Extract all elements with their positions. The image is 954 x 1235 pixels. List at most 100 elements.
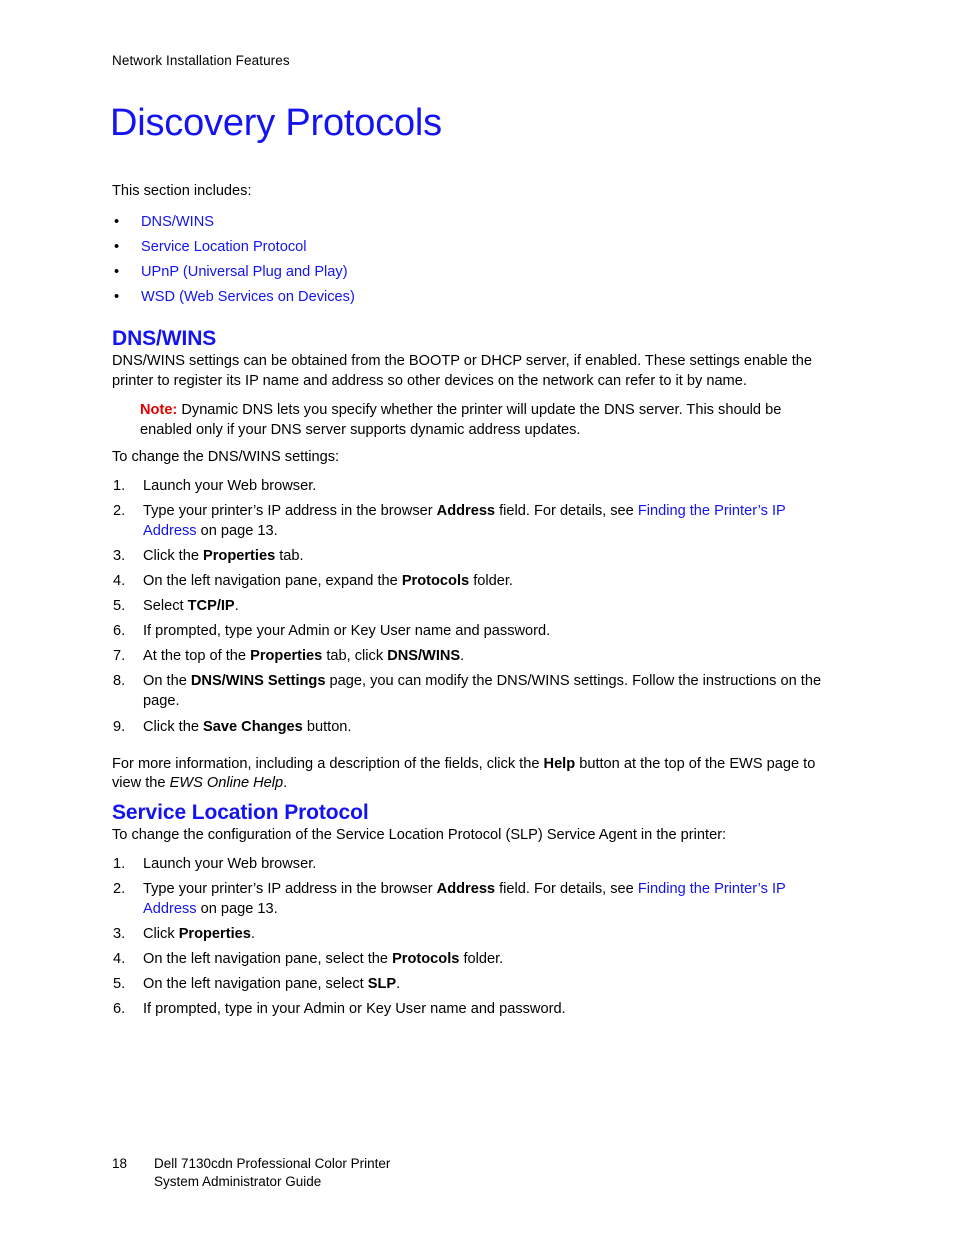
step-number: 7.	[113, 648, 126, 665]
text-run: .	[234, 598, 239, 615]
document-page: Network Installation Features Discovery …	[0, 0, 954, 1235]
text-run: folder.	[469, 573, 513, 590]
dns-wins-steps: 1. Launch your Web browser. 2. Type your pr…	[112, 476, 836, 737]
text-run: .	[283, 775, 288, 792]
section-link[interactable]: WSD (Web Services on Devices)	[141, 289, 355, 305]
procedure-step: 3. Click Properties.	[112, 924, 836, 944]
bold-term: DNS/WINS	[387, 648, 461, 665]
step-number: 3.	[113, 926, 126, 943]
page-title: Discovery Protocols	[110, 102, 442, 144]
procedure-step: 4. On the left navigation pane, select th…	[112, 949, 836, 969]
step-text: Click Properties.	[143, 926, 255, 942]
procedure-step: 1. Launch your Web browser.	[112, 854, 836, 874]
procedure-step: 5. On the left navigation pane, select SL…	[112, 974, 836, 994]
bold-term: Protocols	[392, 951, 460, 968]
note-block: Note: Dynamic DNS lets you specify wheth…	[140, 401, 836, 441]
step-number: 2.	[113, 502, 126, 519]
step-text: Launch your Web browser.	[143, 478, 316, 494]
procedure-step: 1. Launch your Web browser.	[112, 476, 836, 496]
step-number: 6.	[113, 623, 126, 640]
step-text: If prompted, type your Admin or Key User…	[143, 623, 550, 639]
text-run: .	[396, 976, 401, 993]
step-number: 2.	[113, 881, 126, 898]
bold-term: Save Changes	[203, 718, 303, 735]
bullet-icon: •	[114, 288, 120, 305]
step-text: On the left navigation pane, expand the …	[143, 573, 513, 589]
procedure-step: 2. Type your printer’s IP address in the …	[112, 501, 836, 541]
text-run: If prompted, type your Admin or Key User…	[143, 623, 551, 640]
procedure-step: 9. Click the Save Changes button.	[112, 717, 836, 737]
slp-steps: 1. Launch your Web browser. 2. Type your pr…	[112, 854, 836, 1019]
bold-term: DNS/WINS Settings	[190, 673, 326, 690]
step-text: Type your printer’s IP address in the br…	[143, 881, 785, 917]
text-run: Type your printer’s IP address in the br…	[143, 502, 437, 519]
text-run: Launch your Web browser.	[143, 477, 317, 494]
bold-term: Protocols	[401, 573, 470, 590]
text-run: Select	[143, 598, 188, 615]
section-link[interactable]: Service Location Protocol	[141, 239, 306, 255]
italic-term: EWS Online Help	[169, 775, 284, 792]
text-run: tab, click	[322, 648, 388, 665]
list-item[interactable]: • UPnP (Universal Plug and Play)	[112, 260, 836, 285]
section-includes-list: • DNS/WINS • Service Location Protocol • UPnP…	[112, 210, 836, 310]
step-number: 4.	[113, 573, 126, 590]
procedure-step: 8. On the DNS/WINS Settings page, you can…	[112, 671, 836, 711]
section-link[interactable]: DNS/WINS	[141, 214, 214, 230]
text-run: .	[460, 648, 465, 665]
procedure-step: 6. If prompted, type in your Admin or Key…	[112, 999, 836, 1019]
list-item[interactable]: • DNS/WINS	[112, 210, 836, 235]
procedure-step: 3. Click the Properties tab.	[112, 546, 836, 566]
list-item[interactable]: • WSD (Web Services on Devices)	[112, 285, 836, 310]
running-header: Network Installation Features	[112, 53, 290, 68]
bold-term: SLP	[367, 976, 397, 993]
text-run: .	[250, 926, 255, 943]
procedure-step: 7. At the top of the Properties tab, clic…	[112, 646, 836, 666]
heading-dns-wins: DNS/WINS	[112, 326, 217, 350]
text-run: on page 13.	[196, 522, 278, 539]
bold-term: TCP/IP	[187, 598, 235, 615]
text-run: button.	[302, 718, 352, 735]
step-text: If prompted, type in your Admin or Key U…	[143, 1001, 566, 1017]
text-run: Click	[143, 926, 179, 943]
text-run: Type your printer’s IP address in the br…	[143, 881, 437, 898]
footer-text: Dell 7130cdn Professional Color Printer …	[154, 1155, 390, 1191]
step-number: 5.	[113, 598, 126, 615]
footer-line-2: System Administrator Guide	[154, 1174, 322, 1189]
content-column: This section includes: • DNS/WINS • Service…	[112, 182, 836, 1024]
dns-wins-paragraph: DNS/WINS settings can be obtained from t…	[112, 352, 813, 389]
step-text: On the left navigation pane, select SLP.	[143, 976, 400, 992]
section-link[interactable]: UPnP (Universal Plug and Play)	[141, 264, 348, 280]
text-run: On the left navigation pane, expand the	[143, 573, 402, 590]
text-run: On the	[143, 673, 191, 690]
step-text: Click the Properties tab.	[143, 548, 304, 564]
step-number: 3.	[113, 547, 126, 564]
step-text: On the DNS/WINS Settings page, you can m…	[143, 673, 821, 709]
step-text: Select TCP/IP.	[143, 598, 239, 614]
text-run: Click the	[143, 718, 204, 735]
list-item[interactable]: • Service Location Protocol	[112, 235, 836, 260]
text-run: field. For details, see	[495, 881, 638, 898]
note-body: Dynamic DNS lets you specify whether the…	[140, 402, 782, 439]
text-run: Launch your Web browser.	[143, 855, 317, 872]
step-number: 1.	[113, 477, 126, 494]
note-label: Note:	[140, 402, 178, 419]
text-run: On the left navigation pane, select the	[143, 951, 393, 968]
text-run: On the left navigation pane, select	[143, 976, 368, 993]
page-footer: 18 Dell 7130cdn Professional Color Print…	[112, 1155, 390, 1191]
bold-term: Address	[436, 881, 496, 898]
step-number: 4.	[113, 951, 126, 968]
text-run: folder.	[459, 951, 504, 968]
text-run: field. For details, see	[495, 502, 638, 519]
footer-page-number: 18	[112, 1156, 128, 1171]
step-text: Click the Save Changes button.	[143, 719, 351, 735]
step-number: 5.	[113, 976, 126, 993]
procedure-step: 5. Select TCP/IP.	[112, 596, 836, 616]
text-run: on page 13.	[196, 901, 278, 918]
bold-term: Properties	[250, 648, 323, 665]
text-run: If prompted, type in your Admin or Key U…	[143, 1001, 566, 1018]
procedure-step: 4. On the left navigation pane, expand th…	[112, 571, 836, 591]
footer-line-1: Dell 7130cdn Professional Color Printer	[154, 1156, 391, 1171]
bullet-icon: •	[114, 238, 120, 255]
procedure-step: 2. Type your printer’s IP address in the …	[112, 879, 836, 919]
